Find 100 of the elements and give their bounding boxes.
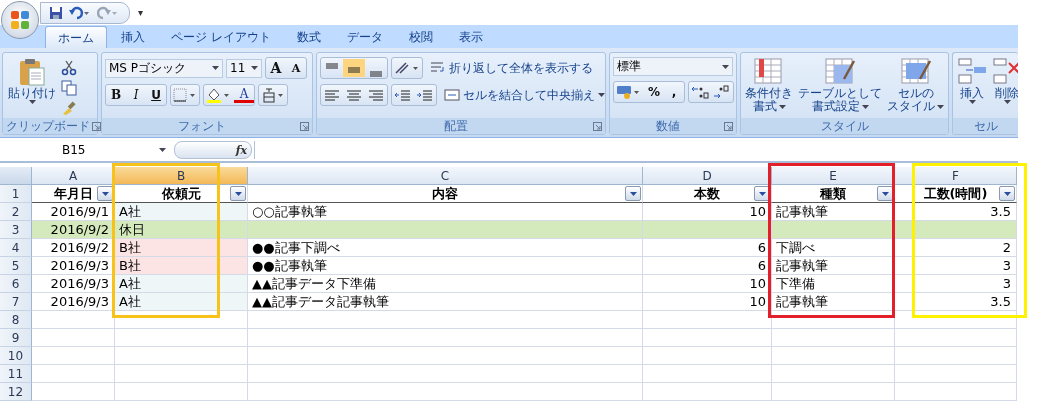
- merge-center-button[interactable]: セルを結合して中央揃え: [442, 87, 607, 103]
- filter-button[interactable]: [625, 186, 641, 201]
- grow-font-button[interactable]: A: [266, 59, 286, 77]
- filter-button[interactable]: [999, 186, 1015, 201]
- cell-brush-icon: [899, 57, 932, 87]
- style-button[interactable]: テーブルとして 書式設定: [797, 57, 883, 113]
- table-cell: 下調べ: [772, 239, 895, 257]
- column-header[interactable]: C: [248, 167, 643, 185]
- row-header[interactable]: 2: [0, 203, 32, 221]
- row-header[interactable]: 1: [0, 185, 32, 203]
- bold-button[interactable]: B: [106, 86, 126, 104]
- format-painter-icon[interactable]: [61, 100, 77, 116]
- dialog-launcher-icon[interactable]: [300, 121, 309, 131]
- table-cell: 10: [643, 293, 772, 311]
- column-header[interactable]: E: [772, 167, 895, 185]
- table-cell: 2: [895, 239, 1017, 257]
- percent-button[interactable]: %: [644, 83, 664, 101]
- table-cell: 休日: [115, 221, 248, 239]
- group-label: 配置: [443, 118, 468, 134]
- caret-icon: [212, 66, 219, 70]
- row-header[interactable]: 12: [0, 383, 32, 401]
- comma-button[interactable]: ,: [664, 83, 684, 101]
- font-size-field[interactable]: 11: [226, 58, 262, 78]
- group-label: 数値: [655, 118, 680, 134]
- table-cell: 6: [643, 257, 772, 275]
- table-cell: ▲▲記事データ記事執筆: [248, 293, 643, 311]
- table-cell: B社: [115, 257, 248, 275]
- ribbon-tab[interactable]: ページ レイアウト: [159, 26, 283, 48]
- font-name-field[interactable]: MS Pゴシック: [105, 58, 223, 78]
- filter-button[interactable]: [230, 186, 246, 201]
- table-cell: 記事執筆: [772, 257, 895, 275]
- wrap-text-button[interactable]: 折り返して全体を表示する: [428, 60, 595, 76]
- row-header[interactable]: 8: [0, 311, 32, 329]
- table-cell: 3: [895, 275, 1017, 293]
- row-header[interactable]: 5: [0, 257, 32, 275]
- column-header[interactable]: B: [115, 167, 248, 185]
- style-button[interactable]: セルの スタイル: [886, 57, 945, 113]
- group-label: セル: [973, 118, 998, 134]
- column-header[interactable]: A: [32, 167, 115, 185]
- table-cell: 3: [895, 257, 1017, 275]
- group-label: フォント: [177, 118, 226, 134]
- header-text: 依頼元: [161, 184, 201, 203]
- dialog-launcher-icon[interactable]: [593, 121, 602, 131]
- column-header[interactable]: D: [643, 167, 772, 185]
- table-cell: ●●記事下調べ: [248, 239, 643, 257]
- caret-icon: [937, 104, 944, 109]
- dialog-launcher-icon[interactable]: [724, 121, 733, 131]
- cut-icon[interactable]: [61, 60, 77, 76]
- undo-icon[interactable]: [69, 5, 91, 20]
- table-cell: B社: [115, 239, 248, 257]
- caret-icon: [159, 148, 166, 152]
- header-text: 内容: [432, 184, 458, 203]
- redo-icon[interactable]: [97, 5, 119, 20]
- caret-icon: [722, 64, 729, 69]
- row-header[interactable]: 10: [0, 347, 32, 365]
- paste-button[interactable]: 貼り付け: [6, 57, 58, 104]
- caret-icon: [234, 191, 242, 196]
- caret-icon: [778, 104, 786, 109]
- row-header[interactable]: 9: [0, 329, 32, 347]
- underline-button[interactable]: U: [146, 86, 166, 104]
- delete-cells-icon: [991, 57, 1018, 87]
- office-logo: [9, 9, 31, 31]
- style-button[interactable]: 条件付き 書式: [744, 57, 794, 113]
- table-cell: A社: [115, 203, 248, 221]
- table-cell: 10: [643, 203, 772, 221]
- cell-button[interactable]: 削除: [991, 57, 1018, 104]
- caret-icon: [251, 66, 258, 70]
- insert-function-button[interactable]: fx: [235, 143, 247, 157]
- number-format-field[interactable]: 標準: [613, 57, 733, 76]
- save-icon[interactable]: [49, 5, 63, 20]
- row-header[interactable]: 7: [0, 293, 32, 311]
- shrink-font-button[interactable]: A: [286, 59, 306, 77]
- customize-toolbar-button[interactable]: ▾: [138, 7, 144, 18]
- ribbon-tab[interactable]: ホーム: [45, 26, 107, 48]
- row-header[interactable]: 6: [0, 275, 32, 293]
- group-label: クリップボード: [6, 118, 90, 134]
- caret-icon: [598, 93, 605, 97]
- row-header[interactable]: 11: [0, 365, 32, 383]
- copy-icon[interactable]: [61, 80, 77, 96]
- caret-icon: [1003, 100, 1011, 104]
- filter-button[interactable]: [877, 186, 893, 201]
- vertical-align-icon[interactable]: [343, 59, 365, 77]
- ribbon-tab[interactable]: データ: [334, 26, 395, 48]
- ribbon-tab[interactable]: 挿入: [109, 26, 157, 48]
- clipboard-icon: [17, 57, 47, 87]
- ribbon-tab[interactable]: 数式: [284, 26, 333, 48]
- office-button[interactable]: [1, 1, 39, 39]
- italic-button[interactable]: I: [126, 86, 146, 104]
- table-cell: 10: [643, 275, 772, 293]
- dialog-launcher-icon[interactable]: [92, 121, 101, 131]
- table-cell: 6: [643, 239, 772, 257]
- column-header[interactable]: F: [895, 167, 1017, 185]
- row-header[interactable]: 3: [0, 221, 32, 239]
- row-header[interactable]: 4: [0, 239, 32, 257]
- filter-button[interactable]: [97, 186, 113, 201]
- table-brush-icon: [824, 57, 856, 87]
- ribbon-tab[interactable]: 校閲: [396, 26, 445, 48]
- ribbon-tab[interactable]: 表示: [446, 26, 495, 48]
- cell-button[interactable]: 挿入: [956, 57, 988, 104]
- header-text: 本数: [694, 184, 720, 203]
